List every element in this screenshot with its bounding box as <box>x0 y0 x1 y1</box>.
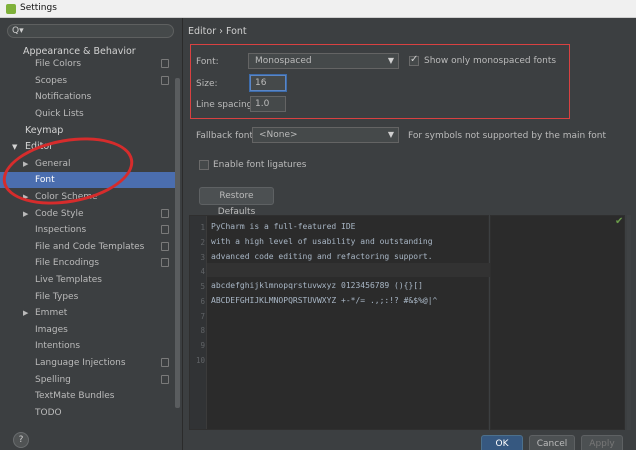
line-spacing-input[interactable]: 1.0 <box>250 96 286 112</box>
tree-item-label: TextMate Bundles <box>35 391 115 401</box>
project-copy-icon <box>161 258 169 267</box>
tree-item-label: Quick Lists <box>35 109 84 119</box>
tree-item-inspections[interactable]: Inspections <box>0 222 175 238</box>
tree-item-notifications[interactable]: Notifications <box>0 89 175 105</box>
settings-sidebar: Q▾ Appearance & Behavior File Colors Sco… <box>0 18 183 450</box>
fallback-hint: For symbols not supported by the main fo… <box>408 131 607 141</box>
preview-line: abcdefghijklmnopqrstuvwxyz 0123456789 ()… <box>211 281 423 290</box>
line-number: 6 <box>200 297 205 306</box>
tree-item-label: File Colors <box>35 59 82 69</box>
tree-item-file-code-templates[interactable]: File and Code Templates <box>0 239 175 255</box>
breadcrumb: Editor › Font <box>188 26 247 37</box>
tree-item-textmate-bundles[interactable]: TextMate Bundles <box>0 388 175 404</box>
settings-search-input[interactable]: Q▾ <box>7 24 174 38</box>
line-number: 1 <box>200 223 205 232</box>
help-button[interactable]: ? <box>13 432 29 448</box>
tree-item-todo[interactable]: TODO <box>0 405 175 421</box>
tree-item-label: TODO <box>35 408 62 418</box>
tree-item-label: Inspections <box>35 225 87 235</box>
show-monospaced-checkbox[interactable] <box>409 54 419 66</box>
line-number-gutter <box>190 216 207 429</box>
tree-item-label: File Types <box>35 292 79 302</box>
tree-item-label: Keymap <box>25 125 64 136</box>
line-number: 8 <box>200 326 205 335</box>
tree-item-label: Scopes <box>35 76 68 86</box>
tree-item-label: Spelling <box>35 375 71 385</box>
font-settings-panel: Editor › Font Font: Monospaced ▼ Show on… <box>184 18 636 450</box>
expand-arrow-icon[interactable]: ▶ <box>23 305 28 321</box>
font-ligatures-label: Enable font ligatures <box>213 160 307 170</box>
tree-item-label: Language Injections <box>35 358 126 368</box>
project-copy-icon <box>161 59 169 68</box>
line-spacing-label: Line spacing: <box>196 100 256 110</box>
preview-right-margin <box>490 215 625 430</box>
caret-line-highlight <box>207 263 490 277</box>
restore-defaults-button[interactable]: Restore Defaults <box>199 187 274 217</box>
fallback-font-select[interactable]: <None> ▼ <box>252 127 399 143</box>
line-number: 5 <box>200 282 205 291</box>
fallback-font-label: Fallback font: <box>196 131 257 141</box>
chevron-down-icon: ▼ <box>387 56 394 65</box>
window-titlebar: Settings <box>0 0 636 18</box>
tree-item-live-templates[interactable]: Live Templates <box>0 272 175 288</box>
ok-button[interactable]: OK <box>481 435 523 450</box>
line-number: 9 <box>200 341 205 350</box>
project-copy-icon <box>161 242 169 251</box>
tree-item-intentions[interactable]: Intentions <box>0 338 175 354</box>
font-preview-editor[interactable]: 1 2 3 4 5 6 7 8 9 10 PyCharm is a full-f… <box>189 215 490 430</box>
show-monospaced-label: Show only monospaced fonts <box>424 56 557 66</box>
tree-item-spelling[interactable]: Spelling <box>0 372 175 388</box>
tree-item-file-types[interactable]: File Types <box>0 289 175 305</box>
tree-item-images[interactable]: Images <box>0 322 175 338</box>
preview-scrollbar[interactable] <box>627 215 631 430</box>
tree-item-label: Code Style <box>35 209 84 219</box>
line-number: 10 <box>195 356 205 365</box>
fallback-font-value: <None> <box>259 130 298 140</box>
tree-item-quick-lists[interactable]: Quick Lists <box>0 106 175 122</box>
apply-button[interactable]: Apply <box>581 435 623 450</box>
line-number: 2 <box>200 238 205 247</box>
tree-item-emmet[interactable]: ▶ Emmet <box>0 305 175 321</box>
cancel-button[interactable]: Cancel <box>529 435 575 450</box>
tree-item-label: File Encodings <box>35 258 100 268</box>
expand-arrow-icon[interactable]: ▼ <box>12 139 17 155</box>
tree-item-label: Images <box>35 325 68 335</box>
tree-item-label: Live Templates <box>35 275 102 285</box>
project-copy-icon <box>161 76 169 85</box>
checkmark-icon: ✔ <box>615 216 624 227</box>
preview-line: PyCharm is a full-featured IDE <box>211 222 356 231</box>
project-copy-icon <box>161 225 169 234</box>
preview-line: ABCDEFGHIJKLMNOPQRSTUVWXYZ +-*/= .,;:!? … <box>211 296 438 305</box>
chevron-down-icon: ▼ <box>387 130 394 139</box>
project-copy-icon <box>161 375 169 384</box>
font-label: Font: <box>196 57 219 67</box>
line-number: 4 <box>200 267 205 276</box>
project-copy-icon <box>161 209 169 218</box>
tree-item-file-encodings[interactable]: File Encodings <box>0 255 175 271</box>
sidebar-scrollbar[interactable] <box>175 78 180 408</box>
tree-item-language-injections[interactable]: Language Injections <box>0 355 175 371</box>
font-select[interactable]: Monospaced ▼ <box>248 53 399 69</box>
tree-item-code-style[interactable]: ▶ Code Style <box>0 206 175 222</box>
preview-line: with a high level of usability and outst… <box>211 237 433 246</box>
search-icon[interactable]: Q▾ <box>12 26 24 36</box>
size-label: Size: <box>196 79 218 89</box>
app-icon <box>6 4 16 14</box>
window-title: Settings <box>20 3 57 13</box>
preview-line: advanced code editing and refactoring su… <box>211 252 433 261</box>
font-ligatures-checkbox[interactable] <box>199 160 209 170</box>
tree-item-scopes[interactable]: Scopes <box>0 73 175 89</box>
font-select-value: Monospaced <box>255 56 312 66</box>
tree-item-label: Notifications <box>35 92 92 102</box>
expand-arrow-icon[interactable]: ▶ <box>23 206 28 222</box>
tree-item-label: File and Code Templates <box>35 242 145 252</box>
tree-item-label: Emmet <box>35 308 68 318</box>
size-input[interactable]: 16 <box>250 75 286 91</box>
tree-item-file-colors[interactable]: File Colors <box>0 56 175 72</box>
line-number: 7 <box>200 312 205 321</box>
line-number: 3 <box>200 253 205 262</box>
project-copy-icon <box>161 358 169 367</box>
tree-item-label: Intentions <box>35 341 81 351</box>
